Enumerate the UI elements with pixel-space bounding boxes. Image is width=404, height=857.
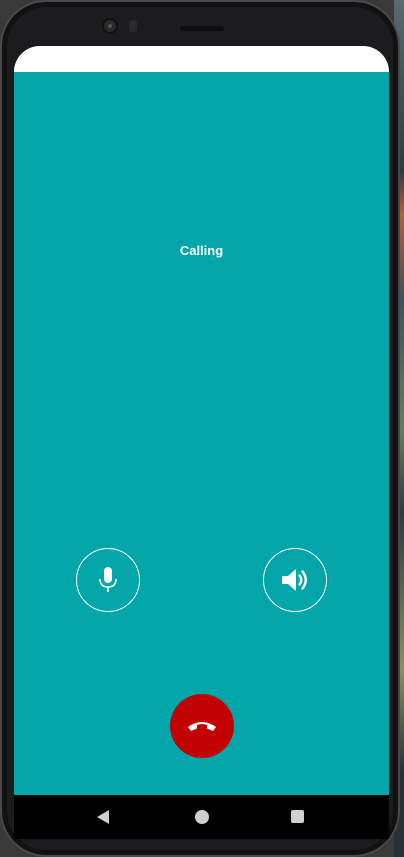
speakerphone-button[interactable] — [263, 548, 327, 612]
call-status-text: Calling — [179, 243, 224, 258]
back-triangle-icon[interactable] — [96, 809, 110, 825]
call-screen: Calling — [14, 46, 389, 795]
recents-square-icon[interactable] — [291, 810, 304, 823]
microphone-icon — [99, 567, 117, 592]
navigation-bar — [14, 795, 389, 839]
status-bar — [14, 46, 389, 72]
phone-hangup-icon — [188, 722, 216, 731]
earpiece-speaker — [180, 26, 224, 31]
phone-frame: Calling — [0, 0, 400, 857]
proximity-sensor — [129, 20, 137, 32]
mute-button[interactable] — [76, 548, 140, 612]
hangup-button[interactable] — [170, 694, 234, 758]
speaker-volume-icon — [282, 569, 307, 591]
home-circle-icon[interactable] — [195, 810, 209, 824]
front-camera — [102, 18, 118, 34]
